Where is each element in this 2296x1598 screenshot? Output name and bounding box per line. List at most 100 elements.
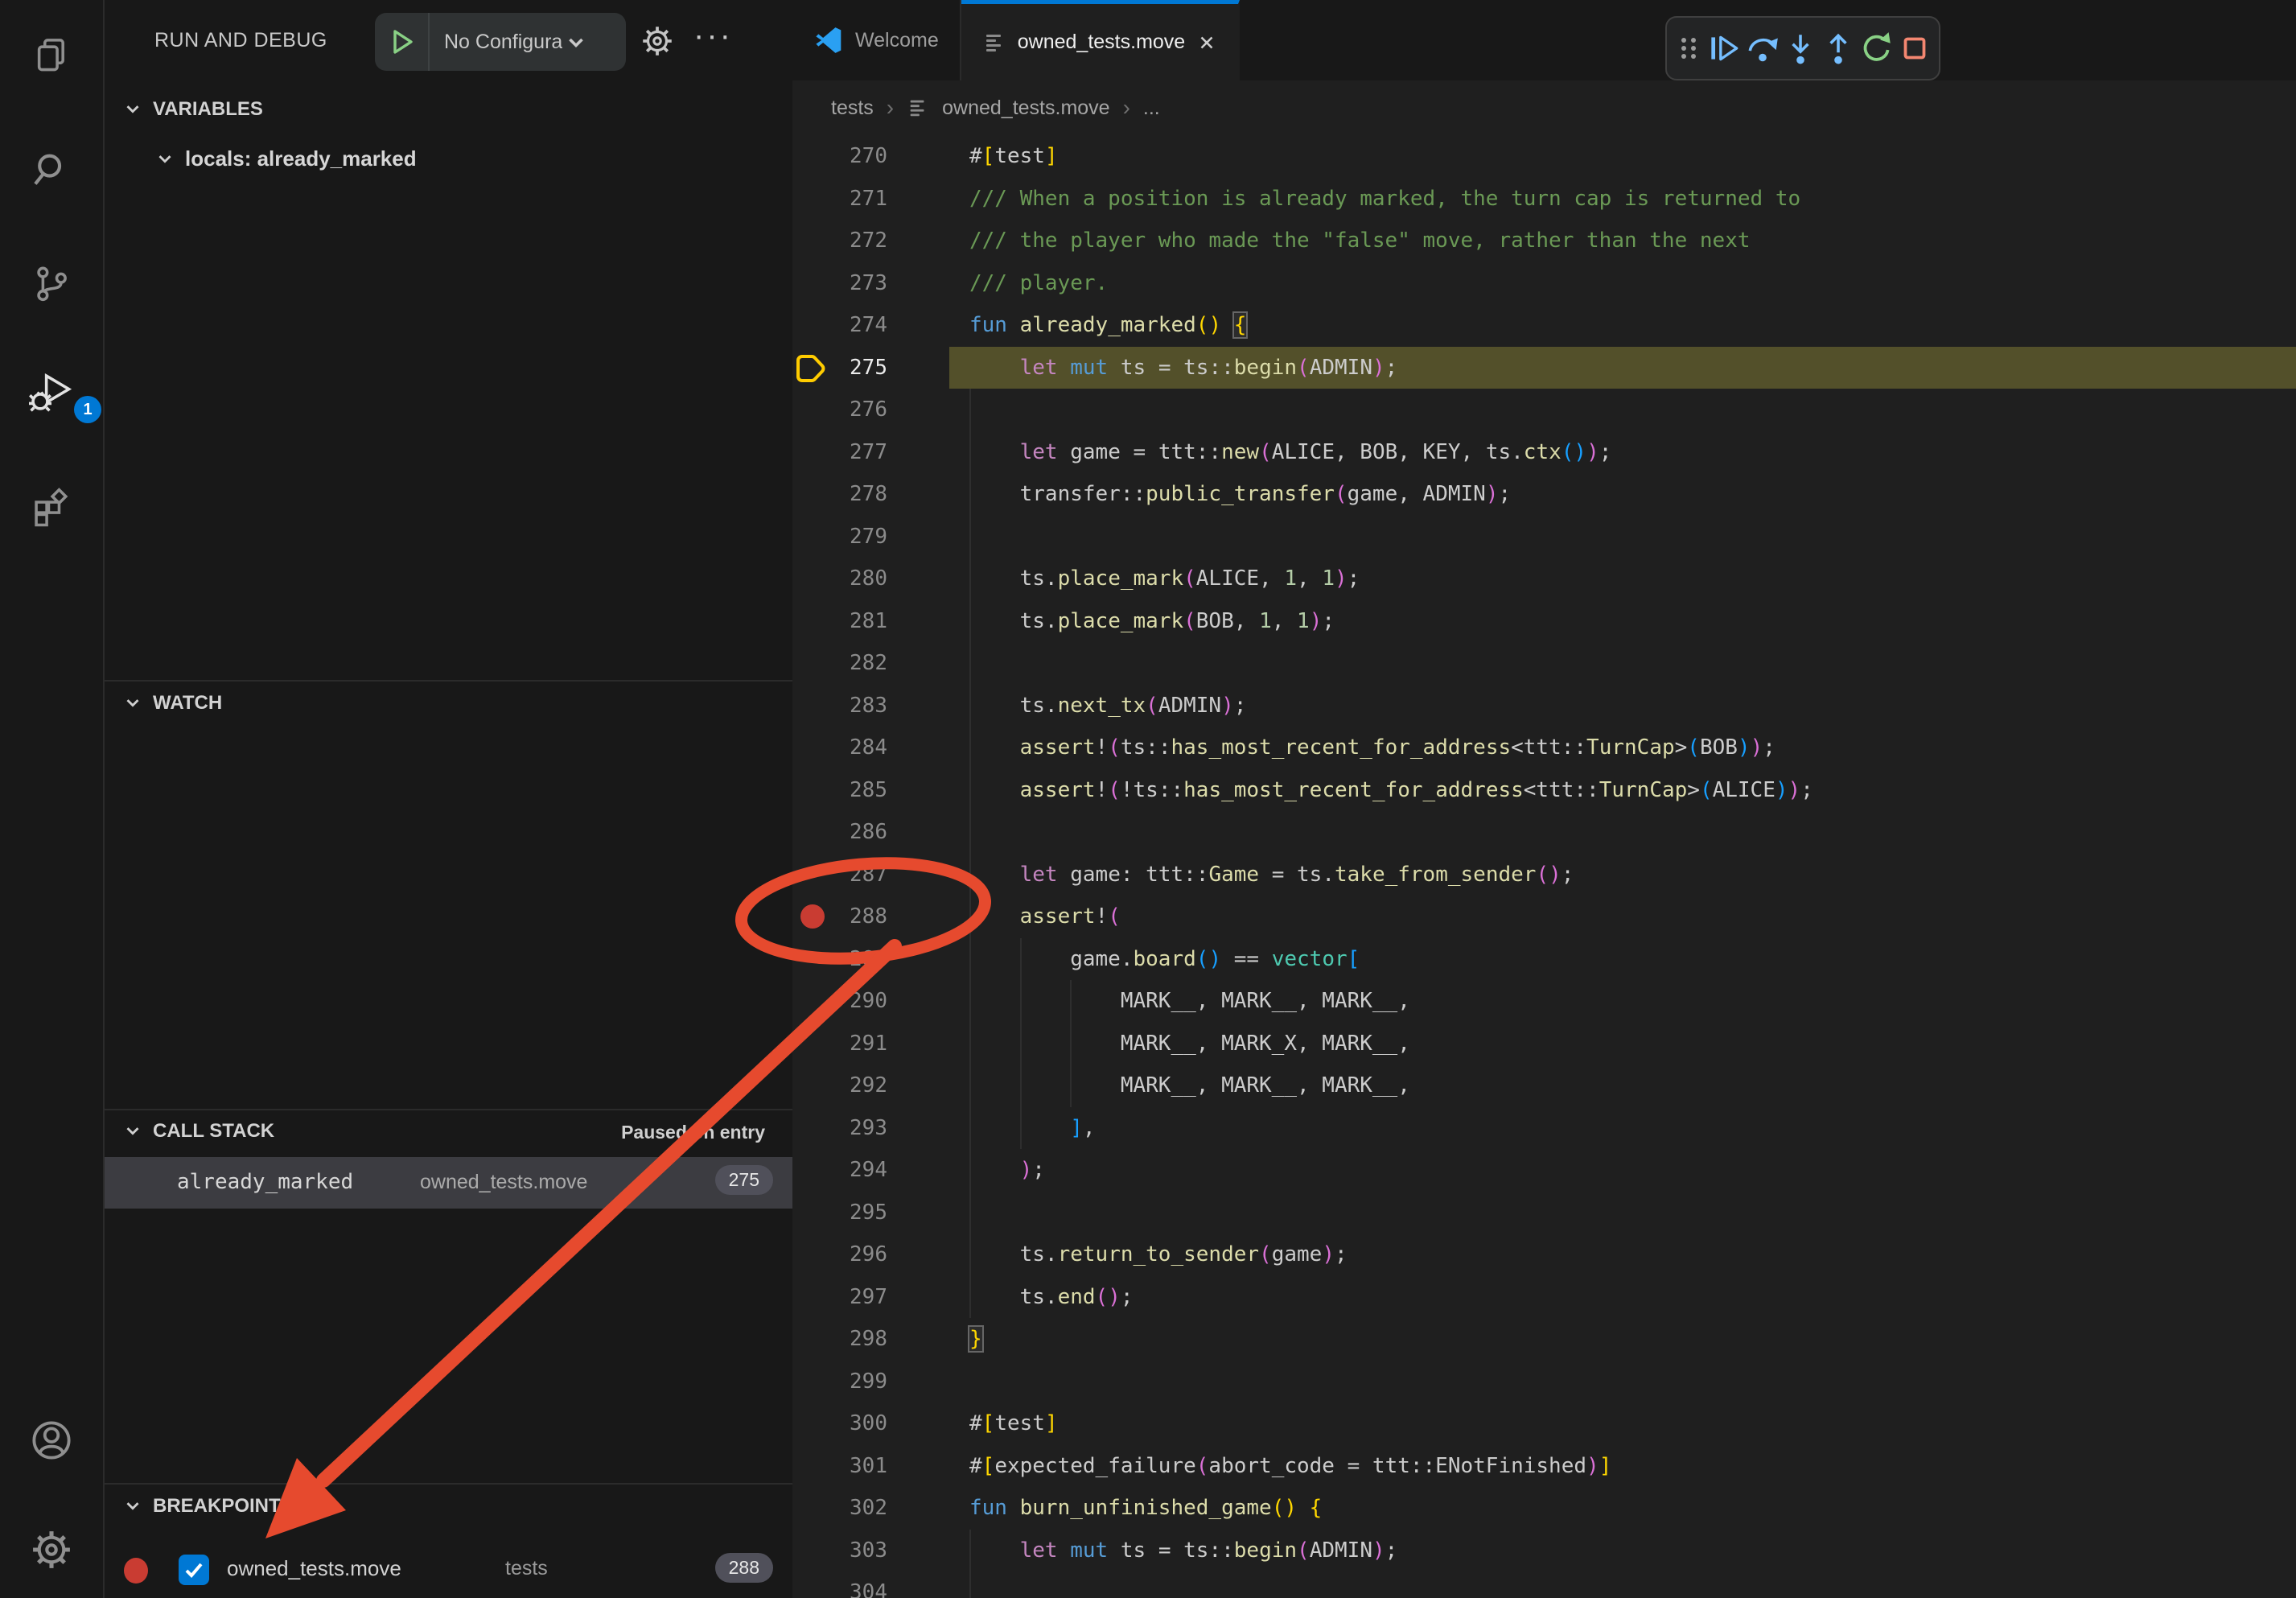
breakpoint-gutter[interactable] [792, 352, 833, 383]
divider [105, 680, 792, 682]
source-control-icon[interactable] [31, 264, 72, 306]
code-line: 277 let game = ttt::new(ALICE, BOB, KEY,… [792, 431, 2296, 474]
code-line: 278 transfer::public_transfer(game, ADMI… [792, 473, 2296, 516]
code-text: assert!( [887, 904, 1121, 929]
breakpoint-gutter[interactable] [792, 904, 833, 929]
tab-owned-tests-move[interactable]: owned_tests.move [961, 0, 1240, 80]
explorer-icon[interactable] [31, 35, 72, 77]
code-line: 301#[expected_failure(abort_code = ttt::… [792, 1445, 2296, 1488]
step-out-button[interactable] [1820, 30, 1857, 67]
breakpoint-folder-name: tests [505, 1557, 548, 1580]
step-over-button[interactable] [1744, 30, 1781, 67]
code-text: fun already_marked() { [887, 313, 1246, 337]
breadcrumb-item[interactable]: tests [831, 97, 874, 120]
code-line: 287 let game: ttt::Game = ts.take_from_s… [792, 854, 2296, 896]
line-number: 304 [833, 1580, 887, 1598]
code-text: assert!(ts::has_most_recent_for_address<… [887, 735, 1775, 760]
frame-file-name: owned_tests.move [420, 1171, 587, 1194]
continue-button[interactable] [1706, 30, 1743, 67]
variables-scope-row[interactable]: locals: already_marked [154, 146, 417, 171]
breakpoint-checkbox[interactable] [179, 1555, 209, 1585]
code-line: 303 let mut ts = ts::begin(ADMIN); [792, 1530, 2296, 1572]
tab-welcome[interactable]: Welcome [792, 0, 961, 80]
run-and-debug-icon[interactable]: 1 [29, 372, 74, 417]
start-debug-icon[interactable] [375, 13, 430, 71]
move-file-icon [982, 31, 1006, 55]
code-line: 296 ts.return_to_sender(game); [792, 1234, 2296, 1276]
section-variables[interactable]: VARIABLES [122, 98, 263, 121]
line-number: 287 [833, 863, 887, 887]
code-text: MARK__, MARK__, MARK__, [887, 989, 1410, 1013]
call-stack-frame-row[interactable]: already_marked owned_tests.move 275 [105, 1157, 792, 1209]
breadcrumb: tests › owned_tests.move › ... [792, 80, 2296, 135]
settings-gear-icon[interactable] [29, 1527, 74, 1572]
section-watch[interactable]: WATCH [122, 692, 222, 715]
breakpoint-row[interactable]: owned_tests.move tests 288 [105, 1547, 792, 1595]
code-lines: 270#[test]271/// When a position is alre… [792, 135, 2296, 1598]
line-number: 270 [833, 144, 887, 168]
code-text: /// the player who made the "false" move… [887, 229, 1751, 253]
divider [105, 1109, 792, 1110]
sidebar-title: RUN AND DEBUG [154, 29, 327, 52]
step-into-button[interactable] [1782, 30, 1819, 67]
frame-line-badge: 275 [715, 1165, 773, 1195]
indent-guide [969, 1192, 971, 1234]
line-number: 273 [833, 271, 887, 295]
code-text: ], [887, 1116, 1096, 1140]
stop-button[interactable] [1896, 30, 1933, 67]
accounts-icon[interactable] [29, 1418, 74, 1463]
line-number: 288 [833, 904, 887, 929]
section-label: WATCH [153, 692, 222, 715]
code-line: 284 assert!(ts::has_most_recent_for_addr… [792, 727, 2296, 769]
section-label: VARIABLES [153, 98, 263, 121]
section-breakpoints[interactable]: BREAKPOINTS [122, 1495, 294, 1518]
indent-guide [969, 1571, 971, 1598]
code-line: 294 ); [792, 1149, 2296, 1192]
code-line: 272/// the player who made the "false" m… [792, 220, 2296, 262]
breadcrumb-item[interactable]: ... [1143, 97, 1160, 120]
run-and-debug-sidebar: RUN AND DEBUG No Configura ··· VARIABLES… [105, 0, 792, 1598]
line-number: 297 [833, 1285, 887, 1309]
line-number: 296 [833, 1242, 887, 1266]
indent-guide [969, 516, 971, 558]
code-text: let mut ts = ts::begin(ADMIN); [887, 356, 1397, 380]
line-number: 278 [833, 482, 887, 506]
chevron-down-icon [122, 1496, 143, 1517]
debug-launch-group[interactable]: No Configura [375, 13, 626, 71]
debug-current-line-arrow-icon [796, 352, 829, 383]
configuration-dropdown-label[interactable]: No Configura [444, 31, 562, 54]
extensions-icon[interactable] [31, 486, 72, 528]
search-icon[interactable] [31, 150, 72, 192]
line-number: 286 [833, 820, 887, 844]
divider [105, 1483, 792, 1485]
breakpoint-dot-icon[interactable] [800, 904, 825, 929]
move-file-icon [907, 97, 929, 119]
code-text: ); [887, 1158, 1045, 1182]
code-line: 297 ts.end(); [792, 1276, 2296, 1319]
restart-button[interactable] [1858, 30, 1895, 67]
line-number: 293 [833, 1116, 887, 1140]
line-number: 301 [833, 1454, 887, 1478]
code-line: 295 [792, 1192, 2296, 1234]
code-text: let game: ttt::Game = ts.take_from_sende… [887, 863, 1574, 887]
indent-guide [969, 642, 971, 685]
line-number: 303 [833, 1538, 887, 1563]
chevron-down-icon[interactable] [564, 30, 588, 54]
code-text: assert!(!ts::has_most_recent_for_address… [887, 778, 1813, 802]
code-line: 283 ts.next_tx(ADMIN); [792, 685, 2296, 727]
line-number: 272 [833, 229, 887, 253]
more-actions-icon[interactable]: ··· [693, 18, 733, 54]
line-number: 294 [833, 1158, 887, 1182]
code-text: ts.return_to_sender(game); [887, 1242, 1348, 1266]
drag-handle-icon[interactable] [1673, 30, 1705, 67]
vscode-logo-icon [813, 25, 844, 56]
section-label: CALL STACK [153, 1120, 274, 1143]
code-line: 304 [792, 1571, 2296, 1598]
debug-settings-gear-icon[interactable] [639, 23, 676, 60]
close-icon[interactable] [1196, 32, 1217, 53]
chevron-right-icon: › [1123, 95, 1130, 121]
section-call-stack[interactable]: CALL STACK [122, 1120, 274, 1143]
breadcrumb-item[interactable]: owned_tests.move [942, 97, 1109, 120]
line-number: 271 [833, 187, 887, 211]
code-line: 290 MARK__, MARK__, MARK__, [792, 980, 2296, 1023]
